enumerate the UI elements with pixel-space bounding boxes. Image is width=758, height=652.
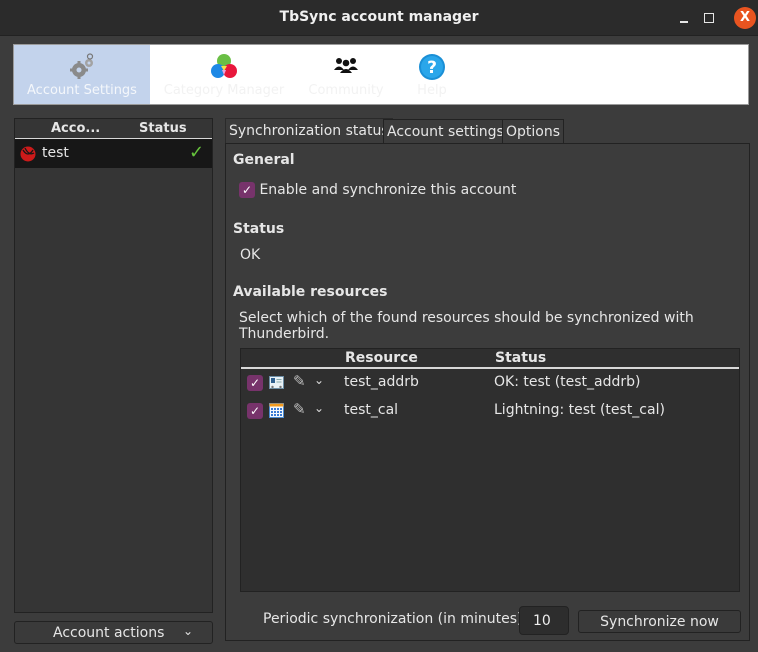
toolbar-community[interactable]: Community — [298, 45, 394, 104]
resource-status: Lightning: test (test_cal) — [494, 402, 665, 418]
description-line: Select which of the found resources shou… — [239, 310, 694, 326]
resources-table: Resource Status ✓ ✎ ⌄ test_addrb OK: tes… — [240, 348, 740, 592]
toolbar-category-manager[interactable]: Category Manager — [150, 45, 298, 104]
resource-name: test_cal — [344, 402, 399, 418]
main-toolbar: Account Settings Category Manager Commun… — [13, 44, 749, 105]
tab-label: Account settings — [387, 124, 504, 140]
status-heading: Status — [233, 221, 285, 237]
synchronize-now-button[interactable]: Synchronize now — [578, 610, 741, 633]
resource-checkbox[interactable]: ✓ — [247, 403, 263, 419]
tab-synchronization-status[interactable]: Synchronization status — [225, 118, 393, 144]
toolbar-label: Help — [417, 83, 447, 98]
toolbar-label: Community — [308, 83, 384, 98]
enable-account-checkbox[interactable]: ✓ Enable and synchronize this account — [239, 182, 516, 198]
account-name: test — [42, 145, 69, 161]
svg-text:?: ? — [427, 58, 437, 78]
tab-options[interactable]: Options — [502, 119, 565, 143]
resource-name: test_addrb — [344, 374, 419, 390]
edit-pencil-icon[interactable]: ✎ — [293, 400, 306, 418]
tab-label: Options — [506, 124, 561, 140]
column-resource[interactable]: Resource — [345, 350, 418, 366]
color-circles-icon — [211, 54, 237, 78]
resource-row[interactable]: ✓ ✎ ⌄ test_cal Lightning: test (test_cal… — [241, 397, 739, 425]
account-row[interactable]: test ✓ — [15, 139, 212, 168]
toolbar-account-settings[interactable]: Account Settings — [14, 45, 150, 104]
resource-checkbox[interactable]: ✓ — [247, 375, 263, 391]
tab-label: Synchronization status — [229, 123, 389, 139]
general-heading: General — [233, 152, 295, 168]
window-title: TbSync account manager — [279, 9, 479, 25]
account-actions-label: Account actions — [53, 625, 165, 641]
account-list: Acco... Status test ✓ — [14, 118, 213, 613]
checkmark-icon: ✓ — [189, 142, 205, 163]
chevron-down-icon[interactable]: ⌄ — [314, 373, 324, 387]
toolbar-help[interactable]: ? Help — [394, 45, 470, 104]
account-actions-button[interactable]: Account actions ⌄ — [14, 621, 213, 644]
resources-table-header: Resource Status — [241, 349, 739, 369]
gears-icon — [70, 53, 94, 79]
close-button[interactable]: X — [734, 7, 756, 29]
periodic-sync-label: Periodic synchronization (in minutes) — [263, 611, 523, 627]
resource-status: OK: test (test_addrb) — [494, 374, 641, 390]
resources-description: Select which of the found resources shou… — [239, 310, 694, 342]
toolbar-label: Account Settings — [27, 83, 137, 98]
resources-heading: Available resources — [233, 284, 388, 300]
column-account[interactable]: Acco... — [51, 121, 100, 136]
account-list-header: Acco... Status — [15, 119, 212, 139]
calendar-icon — [269, 403, 284, 418]
column-status[interactable]: Status — [139, 121, 187, 136]
chevron-down-icon: ⌄ — [183, 624, 194, 638]
edit-pencil-icon[interactable]: ✎ — [293, 372, 306, 390]
people-icon — [334, 58, 358, 73]
resource-row[interactable]: ✓ ✎ ⌄ test_addrb OK: test (test_addrb) — [241, 369, 739, 397]
enable-account-label: Enable and synchronize this account — [259, 182, 517, 198]
toolbar-label: Category Manager — [163, 83, 285, 98]
status-value: OK — [240, 247, 261, 263]
help-icon: ? — [419, 54, 445, 80]
periodic-sync-input[interactable]: 10 — [519, 606, 569, 635]
title-bar: TbSync account manager X — [0, 0, 758, 36]
minimize-button[interactable] — [676, 8, 696, 28]
eas-logo-icon — [20, 146, 36, 162]
address-book-icon — [269, 376, 284, 389]
description-line: Thunderbird. — [239, 326, 330, 342]
checkbox-checked-icon: ✓ — [239, 182, 255, 198]
column-status[interactable]: Status — [495, 350, 546, 366]
chevron-down-icon[interactable]: ⌄ — [314, 401, 324, 415]
tab-account-settings[interactable]: Account settings — [383, 119, 508, 143]
maximize-button[interactable] — [699, 8, 719, 28]
